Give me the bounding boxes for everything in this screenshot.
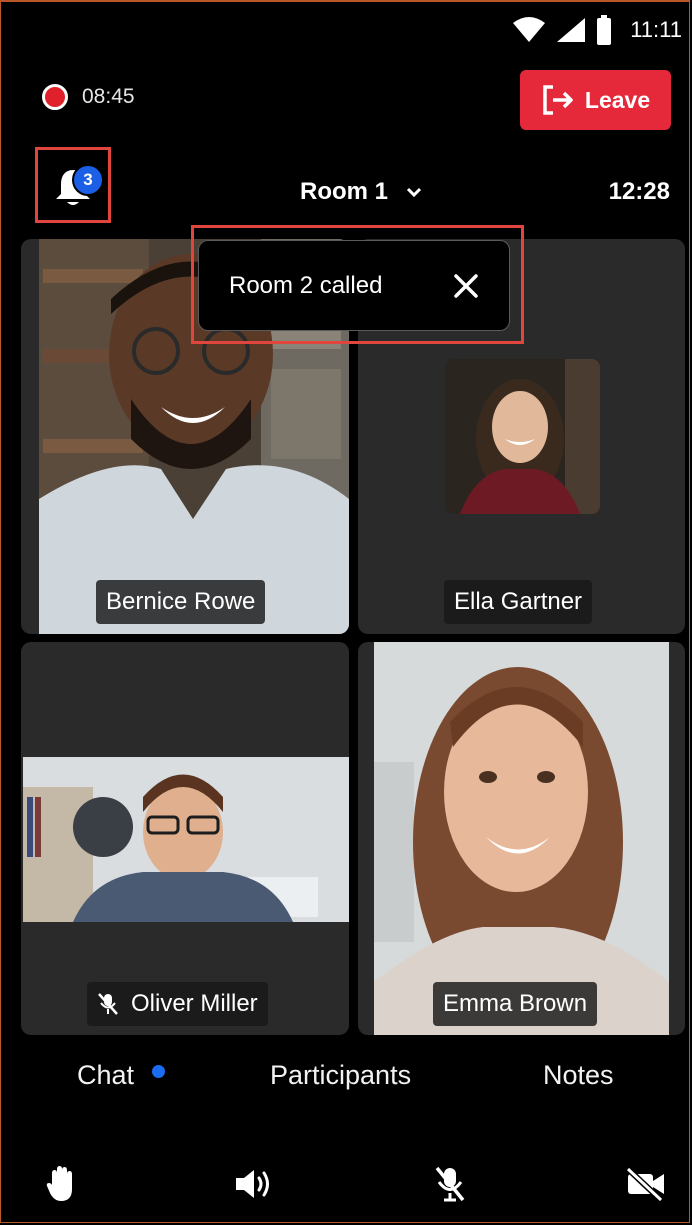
tab-notes[interactable]: Notes [543,1060,614,1091]
signal-icon [557,18,586,42]
status-bar: 11:11 [512,10,682,50]
participant-name-tag: Bernice Rowe [96,580,266,624]
wifi-icon [513,17,546,42]
microphone-button[interactable] [426,1160,474,1208]
status-bar-time: 11:11 [630,17,682,42]
room-name: Room 1 [300,178,389,205]
participant-name: Oliver Miller [131,990,258,1017]
chevron-down-icon [406,187,422,198]
mic-off-icon [435,1166,465,1202]
notifications-button[interactable]: 3 [35,147,111,223]
raise-hand-button[interactable] [38,1160,86,1208]
participant-tile[interactable]: Oliver Miller [21,642,349,1035]
tab-chat[interactable]: Chat [77,1060,134,1091]
record-icon [42,84,68,110]
recording-timer: 08:45 [82,85,135,108]
camera-off-icon [625,1167,664,1201]
tab-participants[interactable]: Participants [270,1060,411,1091]
speaker-icon [236,1170,269,1198]
raise-hand-icon [46,1166,72,1201]
speaker-button[interactable] [230,1160,278,1208]
participant-name: Bernice Rowe [106,588,256,615]
camera-button[interactable] [622,1160,670,1208]
participant-name: Ella Gartner [454,588,583,615]
participant-video [23,757,349,922]
battery-icon [597,15,612,45]
mic-off-icon [98,993,118,1015]
participant-name-tag: Emma Brown [433,982,598,1026]
participant-name: Emma Brown [443,990,588,1017]
participant-avatar [445,359,600,514]
participant-name-tag: Ella Gartner [444,580,593,624]
room-timer: 12:28 [608,178,670,205]
leave-button-label: Leave [584,86,651,113]
recording-indicator: 08:45 [42,84,135,110]
leave-button[interactable]: Leave [520,70,671,130]
unread-dot [152,1065,165,1078]
exit-icon [543,85,573,115]
bottom-tabs: Chat Participants Notes [0,1060,692,1110]
participant-tile[interactable]: Emma Brown [358,642,685,1035]
participant-video [374,642,669,1035]
participant-name-tag: Oliver Miller [87,982,268,1026]
notification-badge: 3 [72,164,104,196]
room-selector[interactable]: Room 1 [300,178,422,206]
toast-highlight [191,225,524,344]
